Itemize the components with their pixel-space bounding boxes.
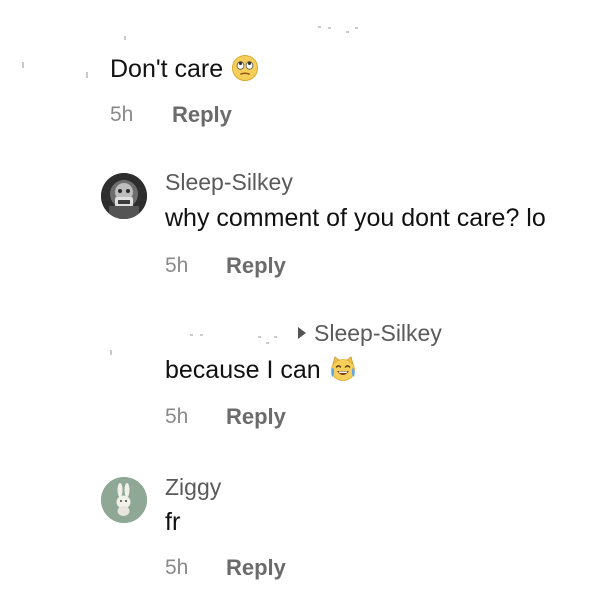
comment-text: fr xyxy=(165,508,181,536)
reply-button[interactable]: Reply xyxy=(172,102,232,128)
reply-to-username[interactable]: Sleep-Silkey xyxy=(314,320,442,346)
reply-button[interactable]: Reply xyxy=(226,555,286,581)
grinning-cat-tears-of-joy-emoji-icon xyxy=(329,355,357,383)
comment-text-label: Don't care xyxy=(110,55,224,83)
comment-text: because I can xyxy=(165,355,357,385)
comment-text: why comment of you dont care? lo xyxy=(165,204,546,232)
avatar-ziggy[interactable] xyxy=(101,477,147,523)
comment-username[interactable]: Ziggy xyxy=(165,474,221,501)
comment-username[interactable]: Sleep-Silkey xyxy=(165,169,293,196)
bunny-icon xyxy=(101,477,147,523)
comment-text-label: because I can xyxy=(165,356,321,384)
reply-button[interactable]: Reply xyxy=(226,404,286,430)
comment-timestamp: 5h xyxy=(165,405,189,428)
comment-timestamp: 5h xyxy=(165,556,189,579)
comment-timestamp: 5h xyxy=(110,103,134,126)
rolling-eyes-emoji-icon xyxy=(231,54,259,82)
reply-to-indicator[interactable]: Sleep-Silkey xyxy=(298,320,442,347)
avatar-sleep-silkey[interactable] xyxy=(101,173,147,219)
avatar-image-icon xyxy=(101,173,147,219)
reply-arrow-icon xyxy=(298,327,306,339)
comment-text: Don't care xyxy=(110,54,259,84)
comment-timestamp: 5h xyxy=(165,254,189,277)
reply-button[interactable]: Reply xyxy=(226,253,286,279)
